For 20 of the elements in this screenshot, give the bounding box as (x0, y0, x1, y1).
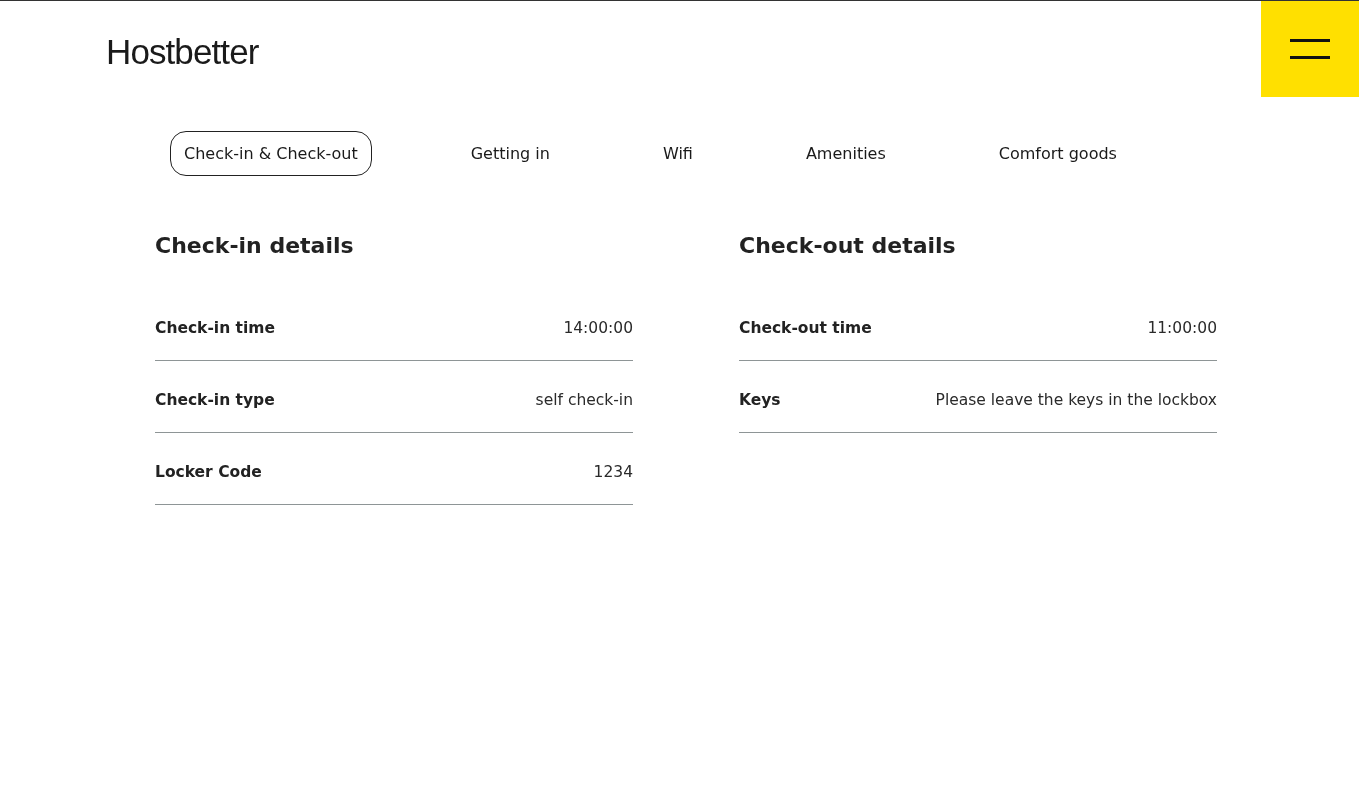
tab[interactable]: Check-in & Check-out (170, 131, 372, 176)
detail-value: self check-in (535, 390, 633, 410)
menu-icon (1290, 39, 1330, 59)
detail-value: 11:00:00 (1147, 318, 1217, 338)
section-heading: Check-in details (155, 232, 355, 260)
detail-label: Check-out time (739, 318, 872, 338)
detail-label: Keys (739, 390, 781, 410)
section-heading: Check-out details (739, 232, 957, 260)
detail-value: 1234 (593, 462, 633, 482)
detail-value: Please leave the keys in the lockbox (935, 390, 1217, 410)
tab[interactable]: Comfort goods (984, 131, 1131, 176)
detail-label: Check-in type (155, 390, 275, 410)
detail-label: Locker Code (155, 462, 262, 482)
tab[interactable]: Wifi (648, 131, 707, 176)
tab[interactable]: Getting in (456, 131, 564, 176)
tab[interactable]: Amenities (791, 131, 900, 176)
detail-label: Check-in time (155, 318, 275, 338)
detail-value: 14:00:00 (563, 318, 633, 338)
menu-button[interactable] (1261, 1, 1359, 97)
logo: Hostbetter (106, 32, 259, 72)
